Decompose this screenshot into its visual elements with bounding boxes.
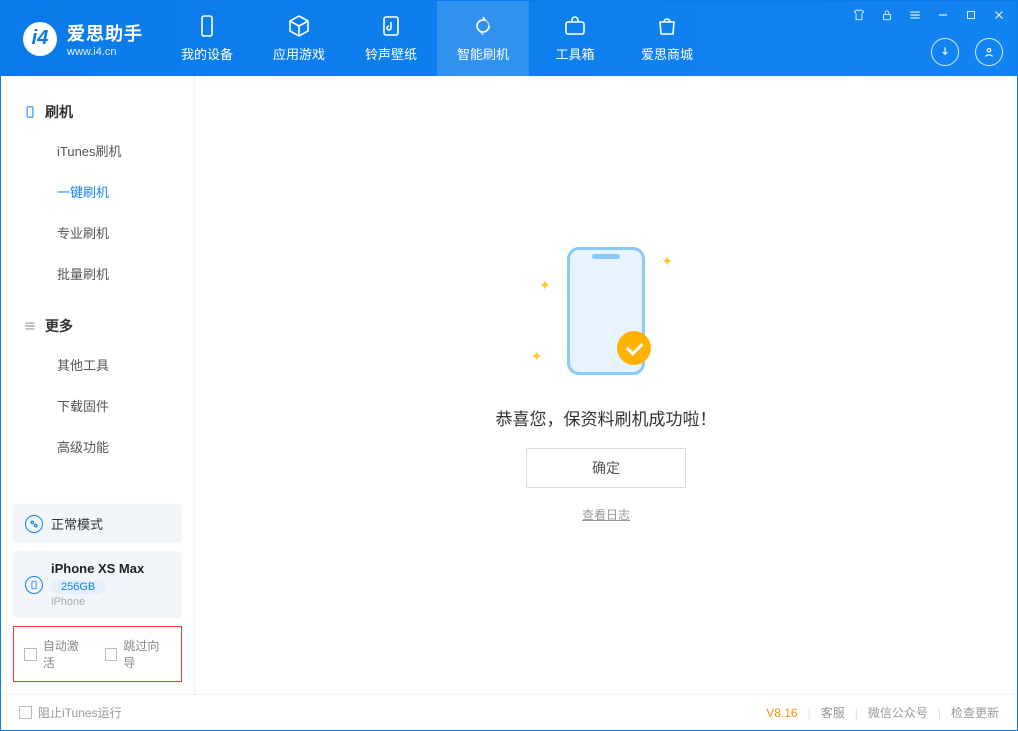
sidebar: 刷机 iTunes刷机 一键刷机 专业刷机 批量刷机 更多 其他工具 下载固件 … [1,76,195,694]
sidebar-item-batch-flash[interactable]: 批量刷机 [1,253,194,294]
footer-link-update[interactable]: 检查更新 [951,704,999,721]
app-site: www.i4.cn [67,46,143,58]
tab-label: 智能刷机 [457,44,509,63]
checkbox-auto-activate[interactable]: 自动激活 [24,637,91,671]
device-mini-icon [25,576,43,594]
close-button[interactable] [991,7,1007,23]
window-controls [851,7,1007,23]
footer-link-wechat[interactable]: 微信公众号 [868,704,928,721]
checkbox-block-itunes[interactable]: 阻止iTunes运行 [19,704,122,721]
shirt-icon[interactable] [851,7,867,23]
view-log-link[interactable]: 查看日志 [582,506,630,523]
app-window: i4 爱思助手 www.i4.cn 我的设备 应用游戏 铃声壁纸 智能刷机 [0,0,1018,731]
header-right [931,38,1003,66]
tab-label: 工具箱 [555,44,594,63]
note-icon [379,14,403,38]
flash-options-highlight: 自动激活 跳过向导 [13,626,182,682]
nav-tabs: 我的设备 应用游戏 铃声壁纸 智能刷机 工具箱 爱思商城 [161,1,713,76]
tab-store[interactable]: 爱思商城 [621,1,713,76]
list-icon [23,319,37,333]
mode-card[interactable]: 正常模式 [13,504,182,543]
sparkle-icon: ✦ [531,348,543,365]
section-label: 刷机 [45,102,73,122]
tab-label: 铃声壁纸 [365,44,417,63]
checkbox-label: 阻止iTunes运行 [38,704,122,721]
section-flash: 刷机 [1,94,194,130]
sidebar-item-other-tools[interactable]: 其他工具 [1,344,194,385]
logo-icon: i4 [23,22,57,56]
confirm-button[interactable]: 确定 [526,448,686,488]
success-illustration: ✦ ✦ ✦ [521,247,691,387]
device-icon [195,14,219,38]
refresh-icon [471,14,495,38]
checkbox-skip-guide[interactable]: 跳过向导 [105,637,172,671]
tab-apps[interactable]: 应用游戏 [253,1,345,76]
tab-my-device[interactable]: 我的设备 [161,1,253,76]
sparkle-icon: ✦ [661,253,673,270]
briefcase-icon [563,14,587,38]
tab-toolbox[interactable]: 工具箱 [529,1,621,76]
footer-right: V8.16 | 客服 | 微信公众号 | 检查更新 [766,704,999,721]
tab-label: 爱思商城 [641,44,693,63]
header: i4 爱思助手 www.i4.cn 我的设备 应用游戏 铃声壁纸 智能刷机 [1,1,1017,76]
sparkle-icon: ✦ [539,277,551,294]
tab-smart-flash[interactable]: 智能刷机 [437,1,529,76]
sidebar-item-download-fw[interactable]: 下载固件 [1,385,194,426]
section-label: 更多 [45,316,73,336]
maximize-button[interactable] [963,7,979,23]
version-label: V8.16 [766,706,797,720]
sidebar-item-oneclick-flash[interactable]: 一键刷机 [1,171,194,212]
checkbox-icon [105,648,118,661]
lock-icon[interactable] [879,7,895,23]
phone-icon [23,105,37,119]
checkbox-icon [24,648,37,661]
minimize-button[interactable] [935,7,951,23]
device-name: iPhone XS Max [51,561,144,576]
mode-icon [25,515,43,533]
main-content: ✦ ✦ ✦ 恭喜您，保资料刷机成功啦！ 确定 查看日志 [195,76,1017,694]
sidebar-item-pro-flash[interactable]: 专业刷机 [1,212,194,253]
success-message: 恭喜您，保资料刷机成功啦！ [496,405,717,430]
bag-icon [655,14,679,38]
sidebar-item-advanced[interactable]: 高级功能 [1,426,194,467]
tab-label: 应用游戏 [273,44,325,63]
device-card[interactable]: iPhone XS Max 256GB iPhone [13,551,182,618]
section-more: 更多 [1,308,194,344]
sidebar-bottom: 正常模式 iPhone XS Max 256GB iPhone 自动激 [1,492,194,694]
footer: 阻止iTunes运行 V8.16 | 客服 | 微信公众号 | 检查更新 [1,694,1017,730]
app-name: 爱思助手 [67,20,143,46]
checkbox-label: 跳过向导 [123,637,171,671]
sidebar-item-itunes-flash[interactable]: iTunes刷机 [1,130,194,171]
mode-label: 正常模式 [51,514,103,533]
menu-icon[interactable] [907,7,923,23]
tab-ringtones[interactable]: 铃声壁纸 [345,1,437,76]
checkbox-icon [19,706,32,719]
cube-icon [287,14,311,38]
footer-link-support[interactable]: 客服 [821,704,845,721]
check-badge-icon [617,331,651,365]
app-logo: i4 爱思助手 www.i4.cn [1,1,161,76]
device-type: iPhone [51,596,144,608]
download-button[interactable] [931,38,959,66]
checkbox-label: 自动激活 [43,637,91,671]
device-storage-badge: 256GB [51,580,105,594]
body: 刷机 iTunes刷机 一键刷机 专业刷机 批量刷机 更多 其他工具 下载固件 … [1,76,1017,694]
user-button[interactable] [975,38,1003,66]
tab-label: 我的设备 [181,44,233,63]
